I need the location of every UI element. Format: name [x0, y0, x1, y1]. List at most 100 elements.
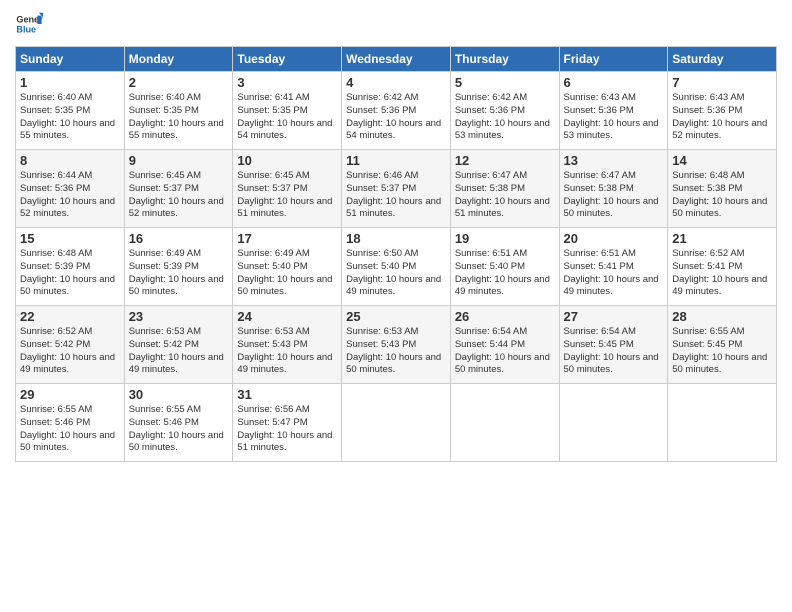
day-detail: Sunrise: 6:46 AMSunset: 5:37 PMDaylight:…	[346, 170, 446, 221]
weekday-header-sunday: Sunday	[16, 47, 125, 72]
day-number: 21	[672, 231, 772, 246]
day-detail: Sunrise: 6:52 AMSunset: 5:41 PMDaylight:…	[672, 248, 772, 299]
calendar-week-1: 1 Sunrise: 6:40 AMSunset: 5:35 PMDaylight…	[16, 72, 777, 150]
weekday-header-saturday: Saturday	[668, 47, 777, 72]
day-number: 12	[455, 153, 555, 168]
day-number: 11	[346, 153, 446, 168]
day-detail: Sunrise: 6:55 AMSunset: 5:46 PMDaylight:…	[129, 404, 229, 455]
calendar-header-row: SundayMondayTuesdayWednesdayThursdayFrid…	[16, 47, 777, 72]
calendar-cell: 11 Sunrise: 6:46 AMSunset: 5:37 PMDayligh…	[342, 150, 451, 228]
day-detail: Sunrise: 6:48 AMSunset: 5:39 PMDaylight:…	[20, 248, 120, 299]
day-number: 5	[455, 75, 555, 90]
calendar-cell: 5Sunrise: 6:42 AMSunset: 5:36 PMDaylight…	[450, 72, 559, 150]
calendar-cell: 20 Sunrise: 6:51 AMSunset: 5:41 PMDayligh…	[559, 228, 668, 306]
day-number: 29	[20, 387, 120, 402]
calendar-cell: 8 Sunrise: 6:44 AMSunset: 5:36 PMDaylight…	[16, 150, 125, 228]
calendar-cell: 13Sunrise: 6:47 AMSunset: 5:38 PMDayligh…	[559, 150, 668, 228]
day-number: 7	[672, 75, 772, 90]
day-number: 8	[20, 153, 120, 168]
calendar-cell: 1 Sunrise: 6:40 AMSunset: 5:35 PMDaylight…	[16, 72, 125, 150]
day-number: 27	[564, 309, 664, 324]
day-number: 22	[20, 309, 120, 324]
day-detail: Sunrise: 6:53 AMSunset: 5:43 PMDaylight:…	[346, 326, 446, 377]
day-detail: Sunrise: 6:51 AMSunset: 5:41 PMDaylight:…	[564, 248, 664, 299]
weekday-header-tuesday: Tuesday	[233, 47, 342, 72]
calendar-cell: 10 Sunrise: 6:45 AMSunset: 5:37 PMDayligh…	[233, 150, 342, 228]
calendar-cell: 26 Sunrise: 6:54 AMSunset: 5:44 PMDayligh…	[450, 306, 559, 384]
calendar-cell: 24 Sunrise: 6:53 AMSunset: 5:43 PMDayligh…	[233, 306, 342, 384]
day-number: 9	[129, 153, 229, 168]
calendar-cell: 16Sunrise: 6:49 AMSunset: 5:39 PMDayligh…	[124, 228, 233, 306]
day-detail: Sunrise: 6:52 AMSunset: 5:42 PMDaylight:…	[20, 326, 120, 377]
day-detail: Sunrise: 6:47 AMSunset: 5:38 PMDaylight:…	[455, 170, 555, 221]
day-detail: Sunrise: 6:54 AMSunset: 5:45 PMDaylight:…	[564, 326, 664, 377]
weekday-header-thursday: Thursday	[450, 47, 559, 72]
day-number: 6	[564, 75, 664, 90]
calendar-cell	[342, 384, 451, 462]
day-number: 13	[564, 153, 664, 168]
calendar-cell: 7 Sunrise: 6:43 AMSunset: 5:36 PMDaylight…	[668, 72, 777, 150]
day-number: 2	[129, 75, 229, 90]
calendar-cell: 9 Sunrise: 6:45 AMSunset: 5:37 PMDaylight…	[124, 150, 233, 228]
weekday-header-friday: Friday	[559, 47, 668, 72]
day-detail: Sunrise: 6:55 AMSunset: 5:46 PMDaylight:…	[20, 404, 120, 455]
calendar-cell: 27 Sunrise: 6:54 AMSunset: 5:45 PMDayligh…	[559, 306, 668, 384]
day-number: 23	[129, 309, 229, 324]
day-detail: Sunrise: 6:44 AMSunset: 5:36 PMDaylight:…	[20, 170, 120, 221]
calendar-cell	[559, 384, 668, 462]
day-number: 1	[20, 75, 120, 90]
day-number: 17	[237, 231, 337, 246]
day-number: 18	[346, 231, 446, 246]
day-number: 4	[346, 75, 446, 90]
calendar-cell: 2 Sunrise: 6:40 AMSunset: 5:35 PMDaylight…	[124, 72, 233, 150]
logo: General Blue	[15, 10, 47, 38]
day-detail: Sunrise: 6:43 AMSunset: 5:36 PMDaylight:…	[672, 92, 772, 143]
day-number: 30	[129, 387, 229, 402]
day-number: 24	[237, 309, 337, 324]
day-detail: Sunrise: 6:50 AMSunset: 5:40 PMDaylight:…	[346, 248, 446, 299]
day-detail: Sunrise: 6:45 AMSunset: 5:37 PMDaylight:…	[129, 170, 229, 221]
calendar-cell: 6 Sunrise: 6:43 AMSunset: 5:36 PMDaylight…	[559, 72, 668, 150]
calendar-cell: 18 Sunrise: 6:50 AMSunset: 5:40 PMDayligh…	[342, 228, 451, 306]
calendar-table: SundayMondayTuesdayWednesdayThursdayFrid…	[15, 46, 777, 462]
day-detail: Sunrise: 6:40 AMSunset: 5:35 PMDaylight:…	[20, 92, 120, 143]
day-number: 10	[237, 153, 337, 168]
calendar-cell: 4 Sunrise: 6:42 AMSunset: 5:36 PMDaylight…	[342, 72, 451, 150]
calendar-cell: 23Sunrise: 6:53 AMSunset: 5:42 PMDayligh…	[124, 306, 233, 384]
calendar-cell: 17 Sunrise: 6:49 AMSunset: 5:40 PMDayligh…	[233, 228, 342, 306]
day-number: 26	[455, 309, 555, 324]
day-number: 20	[564, 231, 664, 246]
weekday-header-wednesday: Wednesday	[342, 47, 451, 72]
day-detail: Sunrise: 6:40 AMSunset: 5:35 PMDaylight:…	[129, 92, 229, 143]
calendar-cell: 29 Sunrise: 6:55 AMSunset: 5:46 PMDayligh…	[16, 384, 125, 462]
day-number: 25	[346, 309, 446, 324]
calendar-cell: 19 Sunrise: 6:51 AMSunset: 5:40 PMDayligh…	[450, 228, 559, 306]
day-detail: Sunrise: 6:41 AMSunset: 5:35 PMDaylight:…	[237, 92, 337, 143]
calendar-cell: 30 Sunrise: 6:55 AMSunset: 5:46 PMDayligh…	[124, 384, 233, 462]
day-detail: Sunrise: 6:48 AMSunset: 5:38 PMDaylight:…	[672, 170, 772, 221]
day-number: 19	[455, 231, 555, 246]
day-detail: Sunrise: 6:54 AMSunset: 5:44 PMDaylight:…	[455, 326, 555, 377]
day-detail: Sunrise: 6:49 AMSunset: 5:40 PMDaylight:…	[237, 248, 337, 299]
day-number: 31	[237, 387, 337, 402]
page-container: General Blue SundayMondayTuesdayWednesda…	[0, 0, 792, 467]
day-detail: Sunrise: 6:56 AMSunset: 5:47 PMDaylight:…	[237, 404, 337, 455]
calendar-cell: 12 Sunrise: 6:47 AMSunset: 5:38 PMDayligh…	[450, 150, 559, 228]
day-detail: Sunrise: 6:45 AMSunset: 5:37 PMDaylight:…	[237, 170, 337, 221]
day-number: 15	[20, 231, 120, 246]
day-detail: Sunrise: 6:53 AMSunset: 5:43 PMDaylight:…	[237, 326, 337, 377]
day-detail: Sunrise: 6:55 AMSunset: 5:45 PMDaylight:…	[672, 326, 772, 377]
calendar-cell: 31 Sunrise: 6:56 AMSunset: 5:47 PMDayligh…	[233, 384, 342, 462]
day-detail: Sunrise: 6:43 AMSunset: 5:36 PMDaylight:…	[564, 92, 664, 143]
day-detail: Sunrise: 6:49 AMSunset: 5:39 PMDaylight:…	[129, 248, 229, 299]
calendar-cell: 21 Sunrise: 6:52 AMSunset: 5:41 PMDayligh…	[668, 228, 777, 306]
calendar-week-5: 29 Sunrise: 6:55 AMSunset: 5:46 PMDayligh…	[16, 384, 777, 462]
calendar-cell: 28 Sunrise: 6:55 AMSunset: 5:45 PMDayligh…	[668, 306, 777, 384]
logo-icon: General Blue	[15, 10, 43, 38]
day-detail: Sunrise: 6:42 AMSunset: 5:36 PMDaylight:…	[346, 92, 446, 143]
calendar-cell	[450, 384, 559, 462]
day-number: 28	[672, 309, 772, 324]
day-detail: Sunrise: 6:51 AMSunset: 5:40 PMDaylight:…	[455, 248, 555, 299]
calendar-cell: 3Sunrise: 6:41 AMSunset: 5:35 PMDaylight…	[233, 72, 342, 150]
weekday-header-monday: Monday	[124, 47, 233, 72]
